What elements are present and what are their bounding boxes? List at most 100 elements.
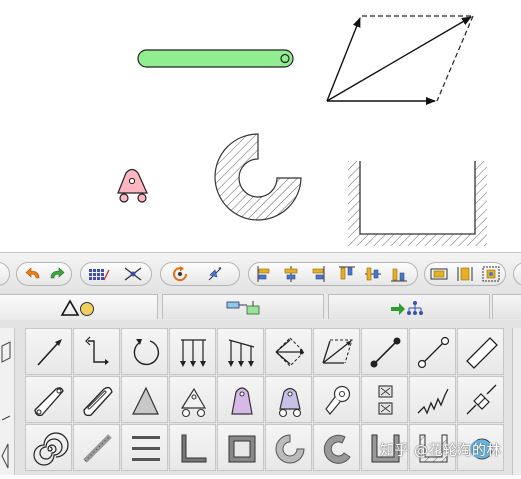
palette-slotted-link[interactable] xyxy=(73,376,120,423)
palette-bar[interactable] xyxy=(457,328,504,375)
grid-button[interactable] xyxy=(87,265,111,283)
palette-slanted-down-arrows[interactable] xyxy=(217,328,264,375)
dot-link-icon xyxy=(370,337,401,368)
tab-hierarchy[interactable] xyxy=(328,294,490,319)
toolbar-edge-right xyxy=(513,262,521,286)
redo-button[interactable] xyxy=(47,265,67,283)
fit-button[interactable] xyxy=(481,265,501,283)
triangle-circle-icon xyxy=(60,299,94,316)
flowchart-icon xyxy=(226,301,260,315)
slanted-down-arrows-icon xyxy=(228,339,255,367)
slotted-link-icon xyxy=(83,386,113,417)
palette-pivot-support-purple[interactable] xyxy=(217,376,264,423)
distribute-h-button[interactable] xyxy=(429,265,449,283)
palette-arrow[interactable] xyxy=(25,328,72,375)
align-top-button[interactable] xyxy=(337,265,357,283)
palette-triangle-support[interactable] xyxy=(121,376,168,423)
align-right-icon xyxy=(312,266,325,282)
partial-ring-icon xyxy=(275,434,305,464)
palette-right-strip xyxy=(512,328,521,475)
palette-spring[interactable] xyxy=(409,376,456,423)
u-channel-ground[interactable] xyxy=(348,161,487,246)
palette-roller-support[interactable] xyxy=(169,376,216,423)
align-bottom-icon xyxy=(391,268,407,282)
align-top-icon xyxy=(339,266,355,280)
parallelogram-vector-diagram[interactable] xyxy=(326,15,474,105)
tree-arrow-icon xyxy=(391,301,423,315)
rotation-arrow-icon xyxy=(133,339,160,366)
mirror-icon xyxy=(208,267,222,281)
spiral-icon xyxy=(33,432,69,466)
rod-icon xyxy=(83,434,112,463)
palette-l-bracket[interactable] xyxy=(169,424,216,471)
distribute-h-icon xyxy=(430,268,448,280)
gray-partial-ring-icon xyxy=(323,434,351,464)
partial-annulus[interactable] xyxy=(214,133,302,221)
rotate-icon xyxy=(173,266,188,282)
history-group xyxy=(16,262,72,286)
roller-pivot-support-icon xyxy=(278,387,302,418)
tab-shapes[interactable] xyxy=(0,294,158,319)
undo-icon xyxy=(25,267,40,279)
palette-dot-link[interactable] xyxy=(361,328,408,375)
vector-parallelogram-icon xyxy=(322,339,353,364)
roller-support-icon xyxy=(180,387,207,418)
palette-elbow-connector[interactable] xyxy=(73,328,120,375)
align-bottom-button[interactable] xyxy=(389,265,409,283)
palette-gray-partial-ring[interactable] xyxy=(313,424,360,471)
elbow-connector-icon xyxy=(85,336,109,365)
undo-button[interactable] xyxy=(23,265,43,283)
tab-connectors[interactable] xyxy=(162,294,324,319)
wheeled-block[interactable] xyxy=(117,168,148,203)
mirror-button[interactable] xyxy=(205,265,225,283)
boxed-slider-icon xyxy=(378,385,393,415)
align-center-h-button[interactable] xyxy=(281,265,301,283)
palette-vector-parallelogram[interactable] xyxy=(313,328,360,375)
pin-link-icon xyxy=(34,387,64,417)
palette-parallel-lines[interactable] xyxy=(121,424,168,471)
rotate-button[interactable] xyxy=(171,265,191,283)
square-block-icon xyxy=(228,435,256,463)
snap-cross-icon xyxy=(124,267,142,281)
hollow-dot-link-icon xyxy=(417,336,450,369)
align-center-v-button[interactable] xyxy=(363,265,383,283)
palette-hook-pivot[interactable] xyxy=(313,376,360,423)
distribute-group xyxy=(424,262,506,286)
align-right-button[interactable] xyxy=(307,265,327,283)
palette-damper[interactable] xyxy=(457,376,504,423)
hook-pivot-icon xyxy=(325,385,351,415)
palette-parallel-down-arrows[interactable] xyxy=(169,328,216,375)
palette-force-diamond-arrows[interactable] xyxy=(265,328,312,375)
palette-spiral[interactable] xyxy=(25,424,72,471)
triangle-support-icon xyxy=(132,386,159,415)
redo-icon xyxy=(50,267,65,279)
palette-roller-pivot-support-purple[interactable] xyxy=(265,376,312,423)
spring-icon xyxy=(417,388,449,415)
snap-button[interactable] xyxy=(121,265,145,283)
toolbar-edge-left xyxy=(0,262,10,286)
transform-group xyxy=(160,262,240,286)
drawing-canvas[interactable] xyxy=(0,0,521,252)
palette-boxed-slider[interactable] xyxy=(361,376,408,423)
distribute-v-icon xyxy=(457,267,473,281)
arrow-icon xyxy=(37,339,62,366)
force-diamond-arrows-icon xyxy=(275,337,305,367)
distribute-v-button[interactable] xyxy=(455,265,475,283)
tab-overflow[interactable] xyxy=(492,294,521,319)
damper-icon xyxy=(466,384,497,415)
palette-square-block[interactable] xyxy=(217,424,264,471)
slider-bar[interactable] xyxy=(137,49,294,68)
toolbar xyxy=(0,252,521,295)
palette-tab-bar xyxy=(0,294,521,321)
align-left-button[interactable] xyxy=(255,265,275,283)
align-left-icon xyxy=(257,266,270,282)
l-bracket-icon xyxy=(181,434,207,463)
align-group xyxy=(248,262,418,286)
palette-hollow-dot-link[interactable] xyxy=(409,328,456,375)
parallel-down-arrows-icon xyxy=(180,339,206,367)
palette-left-strip xyxy=(0,328,15,475)
palette-rotation-arrow[interactable] xyxy=(121,328,168,375)
palette-pin-link[interactable] xyxy=(25,376,72,423)
palette-partial-ring[interactable] xyxy=(265,424,312,471)
palette-rod[interactable] xyxy=(73,424,120,471)
